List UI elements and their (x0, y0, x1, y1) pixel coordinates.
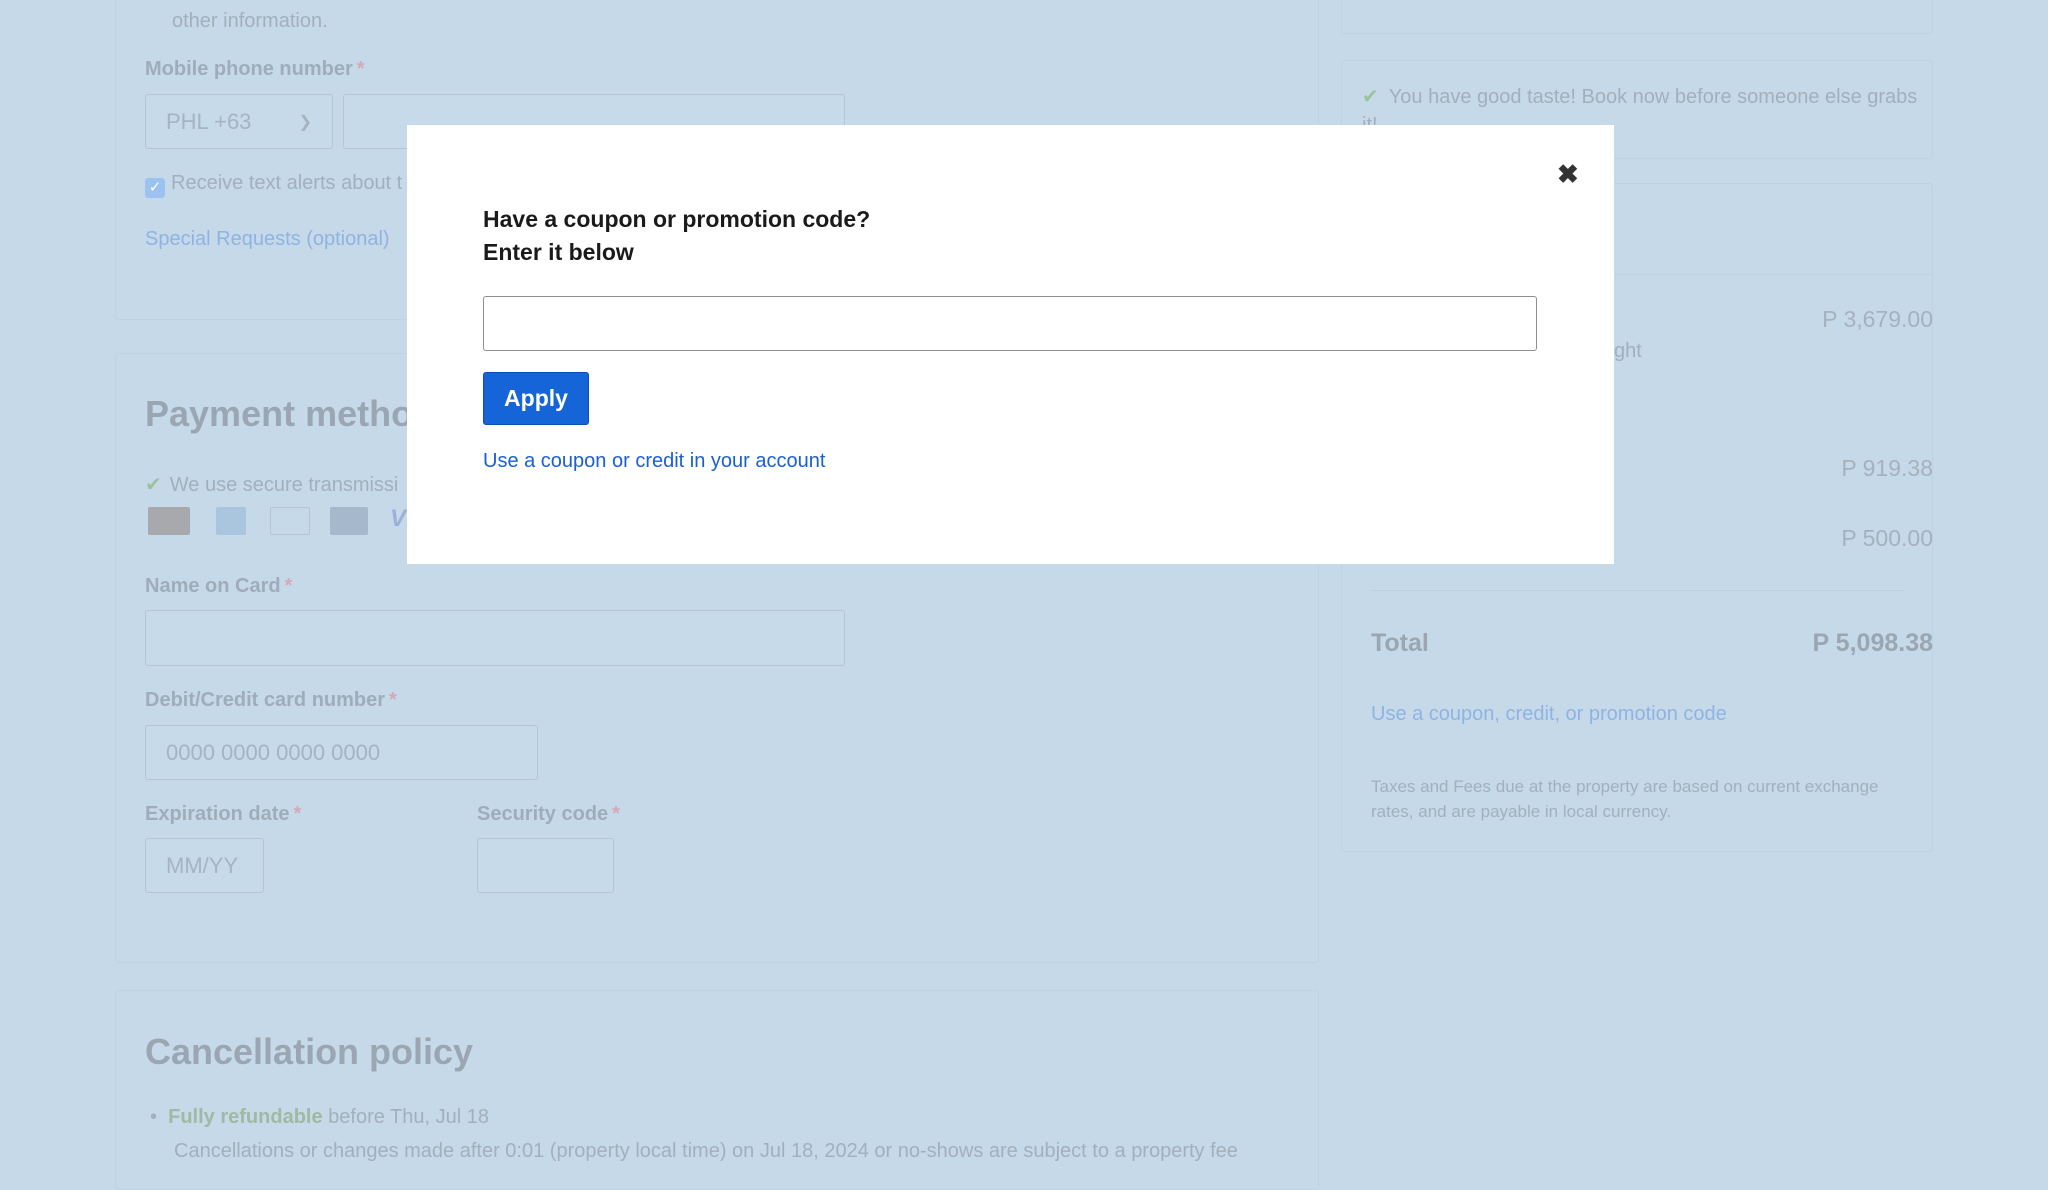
text-alerts-checkbox[interactable]: ✓ Receive text alerts about t (145, 172, 402, 198)
expiration-label-text: Expiration date (145, 803, 290, 825)
modal-title: Have a coupon or promotion code? Enter i… (483, 203, 870, 269)
card-number-label: Debit/Credit card number * (145, 689, 397, 712)
summary-box-top (1341, 0, 1933, 34)
name-on-card-input[interactable] (145, 610, 845, 666)
taxes-price: P 919.38 (1841, 455, 1933, 481)
mobile-label: Mobile phone number * (145, 58, 365, 81)
secure-text: ✔ We use secure transmissi (145, 472, 398, 497)
name-on-card-label: Name on Card * (145, 575, 292, 598)
check-icon: ✔ (1362, 86, 1379, 108)
payment-title: Payment metho (145, 393, 414, 434)
coupon-link[interactable]: Use a coupon, credit, or promotion code (1371, 703, 1727, 726)
refund-date: before Thu, Jul 18 (322, 1106, 489, 1128)
chevron-down-icon: ❯ (298, 113, 312, 131)
fully-refundable: Fully refundable (168, 1106, 323, 1128)
modal-title-line1: Have a coupon or promotion code? (483, 206, 871, 232)
coupon-modal: ✖ Have a coupon or promotion code? Enter… (407, 125, 1614, 564)
coupon-code-input[interactable] (483, 296, 1537, 351)
info-text: other information. (172, 10, 328, 32)
close-icon[interactable]: ✖ (1557, 159, 1579, 190)
modal-title-line2: Enter it below (483, 239, 634, 265)
diners-club-icon (270, 507, 310, 535)
required-mark: * (284, 575, 293, 597)
security-code-label-text: Security code (477, 803, 609, 825)
secure-text-label: We use secure transmissi (169, 474, 399, 496)
required-mark: * (389, 689, 397, 711)
room-price: P 3,679.00 (1822, 306, 1933, 332)
checkbox-checked-icon: ✓ (145, 178, 165, 198)
card-number-input[interactable]: 0000 0000 0000 0000 (145, 725, 538, 780)
required-mark: * (356, 58, 365, 80)
total-divider (1371, 590, 1904, 591)
required-mark: * (293, 803, 302, 825)
mastercard-icon (148, 507, 190, 535)
security-code-input[interactable] (477, 838, 614, 893)
country-code-select[interactable]: PHL +63 ❯ (145, 94, 333, 149)
cancellation-title: Cancellation policy (145, 1031, 474, 1072)
account-credit-link[interactable]: Use a coupon or credit in your account (483, 450, 825, 473)
name-on-card-label-text: Name on Card (145, 575, 281, 597)
apply-button[interactable]: Apply (483, 372, 589, 425)
expiration-input[interactable]: MM/YY (145, 838, 264, 893)
tax-note: Taxes and Fees due at the property are b… (1371, 777, 1879, 821)
fees-price: P 500.00 (1841, 525, 1933, 551)
total-label: Total (1371, 629, 1429, 657)
check-icon: ✔ (145, 474, 162, 496)
cancellation-bullet: • Fully refundable before Thu, Jul 18 (150, 1106, 489, 1128)
total-value: P 5,098.38 (1812, 629, 1933, 657)
amex-icon (216, 507, 246, 535)
card-number-label-text: Debit/Credit card number (145, 689, 386, 711)
jcb-icon (330, 507, 368, 535)
required-mark: * (612, 803, 620, 825)
country-code-value: PHL +63 (166, 108, 252, 134)
special-requests-link[interactable]: Special Requests (optional) (145, 228, 390, 251)
security-code-label: Security code * (477, 803, 620, 826)
mobile-label-text: Mobile phone number (145, 58, 353, 80)
per-night-text: ght (1614, 340, 1642, 362)
text-alerts-label: Receive text alerts about t (171, 172, 403, 194)
expiration-label: Expiration date * (145, 803, 301, 826)
